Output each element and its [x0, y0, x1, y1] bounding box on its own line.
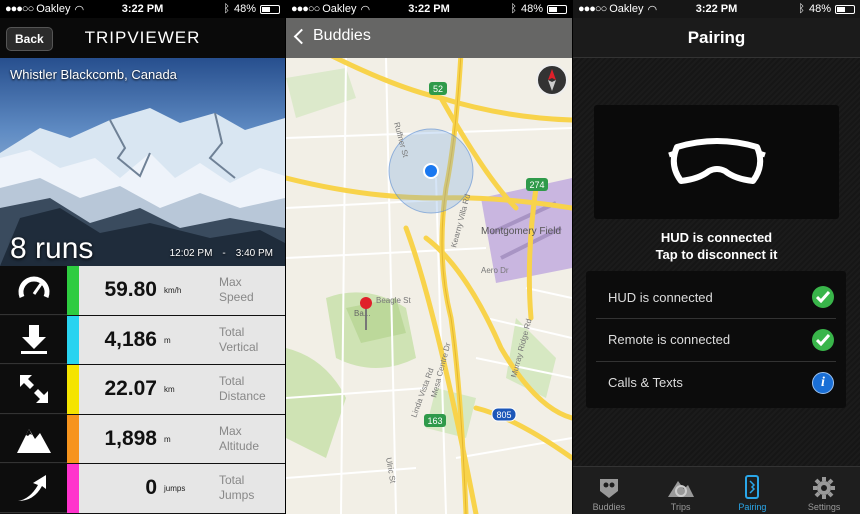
- stat-label: Total Distance: [219, 374, 266, 404]
- row-hud-connected[interactable]: HUD is connected: [596, 276, 836, 318]
- phone-icon: [745, 475, 760, 499]
- row-label: Remote is connected: [608, 332, 731, 347]
- row-calls-texts[interactable]: Calls & Texts i: [596, 361, 836, 403]
- stat-color-bar: [67, 464, 79, 513]
- start-time: 12:02 PM: [169, 248, 213, 259]
- stat-row-total-distance[interactable]: 22.07 km Total Distance: [0, 365, 285, 415]
- mountain-icon: [0, 414, 67, 464]
- current-location-dot: [423, 163, 439, 179]
- trips-icon: [667, 481, 694, 497]
- stat-row-total-vertical[interactable]: 4,186 m Total Vertical: [0, 315, 285, 366]
- compass-icon[interactable]: [536, 64, 568, 96]
- tripviewer-screen: ●●●○○ Oakley ◠ 3:22 PM ᛒ 48% Back TRIPVI…: [0, 0, 285, 514]
- battery-icon: [835, 4, 855, 14]
- route-52-label: 52: [433, 84, 443, 94]
- jump-ramp-icon: [0, 464, 67, 513]
- battery-icon: [547, 4, 567, 14]
- field-label: Montgomery Field: [481, 226, 561, 237]
- aero-label: Aero Dr: [481, 266, 509, 275]
- hud-disconnect-button[interactable]: [594, 105, 839, 219]
- tab-bar: Buddies Trips Pairing Settings: [573, 466, 860, 514]
- time-range: 12:02 PM - 3:40 PM: [170, 248, 273, 259]
- distance-arrows-icon: [0, 365, 67, 414]
- nav-bar: Pairing: [573, 18, 860, 58]
- stat-color-bar: [67, 414, 79, 464]
- status-time: 3:22 PM: [121, 3, 164, 15]
- stat-unit: m: [164, 335, 171, 345]
- stat-label: Total Jumps: [219, 473, 255, 503]
- stat-label: Total Vertical: [219, 324, 259, 354]
- connection-status-list: HUD is connected Remote is connected Cal…: [586, 271, 846, 408]
- battery-icon: [260, 4, 280, 14]
- check-icon: [812, 286, 834, 308]
- stat-row-total-jumps[interactable]: 0 jumps Total Jumps: [0, 464, 285, 514]
- stat-value: 22.07: [104, 377, 157, 401]
- stat-label: Max Speed: [219, 275, 254, 304]
- stat-color-bar: [67, 315, 79, 365]
- location-label: Whistler Blackcomb, Canada: [10, 67, 177, 82]
- status-bar: ●●●○○ Oakley ◠ 3:22 PM ᛒ 48%: [0, 0, 285, 18]
- stat-value: 0: [145, 476, 157, 500]
- back-label: Buddies: [313, 27, 371, 44]
- page-title: TRIPVIEWER: [84, 28, 201, 47]
- stat-row-max-speed[interactable]: 59.80 km/h Max Speed: [0, 266, 285, 316]
- page-title: Pairing: [687, 28, 746, 47]
- vertical-descent-icon: [0, 315, 67, 365]
- status-time: 3:22 PM: [408, 3, 450, 15]
- stat-label: Max Altitude: [219, 423, 260, 453]
- end-time: 3:40 PM: [235, 248, 273, 259]
- buddies-icon: [599, 479, 618, 498]
- buddy-pin-icon: [360, 297, 372, 309]
- stat-unit: m: [164, 434, 171, 444]
- status-bar: ●●●○○ Oakley ◠ 3:22 PM ᛒ 48%: [286, 0, 572, 18]
- stat-unit: km/h: [164, 286, 182, 295]
- map-view[interactable]: 52 274 163 805 Montgomery Field Ruffner …: [286, 58, 572, 514]
- time-separator: -: [222, 248, 226, 259]
- buddies-screen: ●●●○○ Oakley ◠ 3:22 PM ᛒ 48% Buddies 52 …: [286, 0, 572, 514]
- stat-row-max-altitude[interactable]: 1,898 m Max Altitude: [0, 414, 285, 465]
- status-time: 3:22 PM: [695, 3, 738, 15]
- tab-buddies[interactable]: Buddies: [573, 467, 645, 514]
- park-label: Ba...: [354, 309, 370, 318]
- speedometer-icon: [0, 266, 67, 315]
- stat-unit: km: [164, 385, 175, 395]
- goggles-icon: [667, 138, 766, 184]
- tab-settings[interactable]: Settings: [788, 467, 860, 514]
- beagle-label: Beagle St: [376, 296, 411, 305]
- tab-pairing[interactable]: Pairing: [717, 467, 789, 514]
- status-bar: ●●●○○ Oakley ◠ 3:22 PM ᛒ 48%: [573, 0, 860, 18]
- stat-color-bar: [67, 266, 79, 315]
- stat-value: 59.80: [104, 278, 157, 301]
- stat-color-bar: [67, 365, 79, 414]
- row-label: Calls & Texts: [608, 375, 683, 390]
- check-icon: [812, 328, 834, 351]
- route-163-label: 163: [427, 416, 442, 426]
- pairing-screen: ●●●○○ Oakley ◠ 3:22 PM ᛒ 48% Pairing HUD…: [573, 0, 860, 514]
- runs-count: 8 runs: [10, 232, 94, 265]
- stats-list: 59.80 km/h Max Speed 4,186 m Total Vertica…: [0, 266, 285, 514]
- stat-value: 4,186: [104, 327, 157, 351]
- route-274-label: 274: [529, 180, 544, 190]
- nav-bar: Buddies: [286, 18, 572, 58]
- nav-bar: Back TRIPVIEWER: [0, 18, 285, 58]
- info-icon[interactable]: i: [812, 371, 834, 394]
- row-remote-connected[interactable]: Remote is connected: [596, 318, 836, 360]
- row-label: HUD is connected: [608, 289, 713, 305]
- stat-unit: jumps: [164, 484, 186, 494]
- back-button[interactable]: Buddies: [292, 27, 371, 45]
- chevron-left-icon: [293, 28, 310, 44]
- stat-value: 1,898: [104, 426, 157, 450]
- route-805-label: 805: [496, 410, 511, 420]
- gear-icon: [813, 477, 836, 499]
- tab-trips[interactable]: Trips: [645, 467, 717, 514]
- mountain-photo: Whistler Blackcomb, Canada 8 runs 12:02 …: [0, 58, 285, 266]
- hud-status-message: HUD is connected Tap to disconnect it: [655, 230, 778, 262]
